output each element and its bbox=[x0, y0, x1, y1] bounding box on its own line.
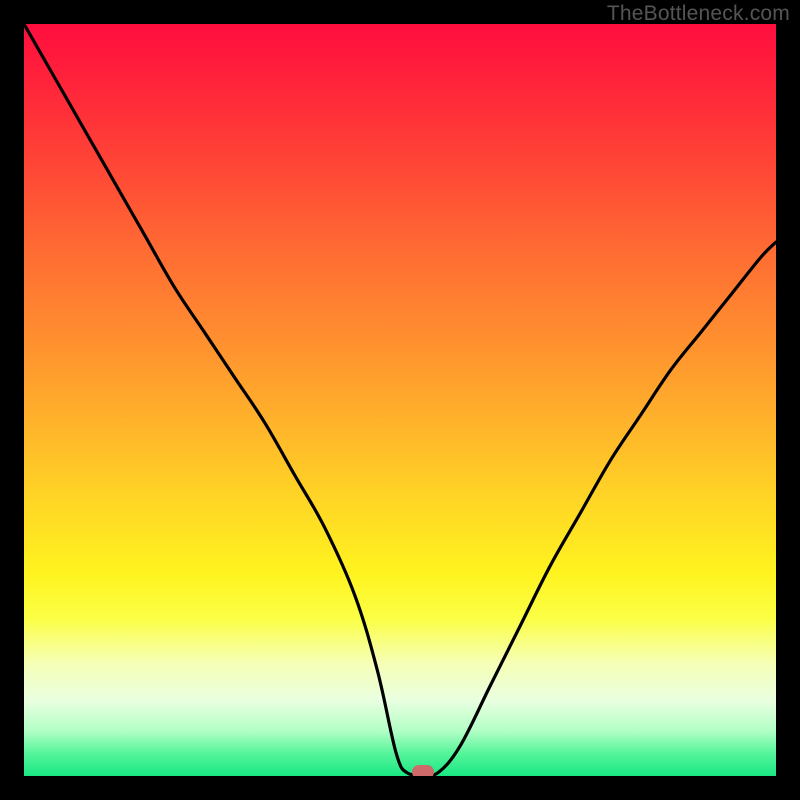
optimal-marker bbox=[412, 765, 434, 776]
watermark-label: TheBottleneck.com bbox=[607, 2, 790, 26]
chart-frame: TheBottleneck.com bbox=[0, 0, 800, 800]
bottleneck-curve bbox=[24, 24, 776, 776]
plot-area bbox=[24, 24, 776, 776]
